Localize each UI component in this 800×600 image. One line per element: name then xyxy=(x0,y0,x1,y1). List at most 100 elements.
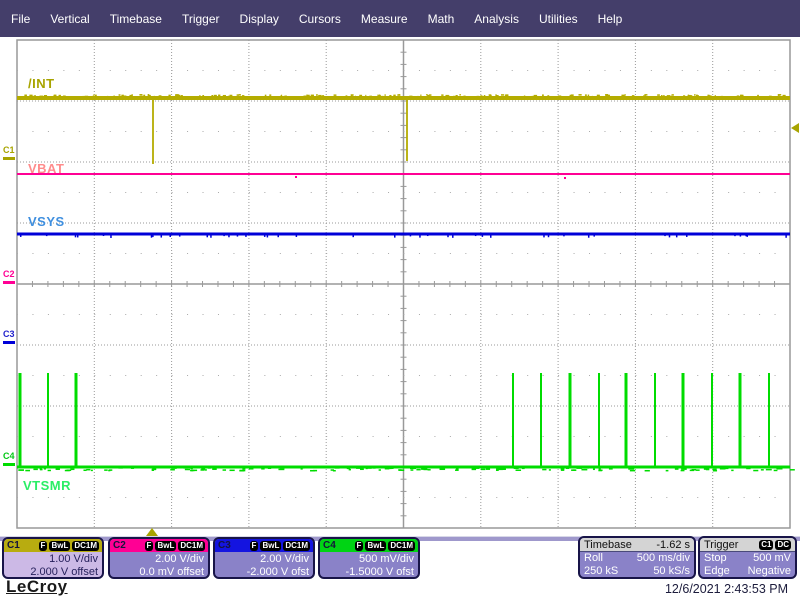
trace-c4-noise xyxy=(372,467,376,469)
trace-c4-noise xyxy=(191,469,198,472)
trace-c4-noise xyxy=(572,469,576,471)
trace-c1-noise xyxy=(168,94,171,97)
trace-c4-noise xyxy=(521,467,525,470)
trace-c1-noise xyxy=(29,94,33,97)
trace-label-vtsmr: VTSMR xyxy=(23,478,71,493)
trace-c4-noise xyxy=(665,469,669,472)
trigger-state: Stop xyxy=(704,552,727,564)
channel-marker-c4[interactable]: C4 xyxy=(3,452,17,466)
trace-c4-noise xyxy=(497,467,504,469)
channel-descriptor-c4[interactable]: C4 F BwL DC1M 500 mV/div -1.5000 V ofst xyxy=(318,537,420,579)
timebase-sample-rate: 50 kS/s xyxy=(653,565,690,577)
channel-marker-c2[interactable]: C2 xyxy=(3,270,17,284)
trace-c3-noise xyxy=(686,235,688,237)
trace-c4-noise xyxy=(384,467,390,470)
channel-marker-c3-label: C3 xyxy=(3,329,15,339)
trace-c3-noise xyxy=(394,235,396,238)
trigger-level-marker-icon[interactable] xyxy=(791,123,799,133)
trigger-time-marker-icon[interactable] xyxy=(146,528,158,536)
trace-c3-noise xyxy=(152,235,154,238)
trace-c3-noise xyxy=(785,235,787,238)
trace-c4-noise xyxy=(214,466,220,468)
trace-c4-noise xyxy=(455,469,459,471)
trace-c3-noise xyxy=(76,235,79,238)
trigger-descriptor[interactable]: Trigger C1 DC Stop 500 mV Edge Negative xyxy=(698,536,797,579)
trace-c1-noise xyxy=(740,94,743,97)
trace-c3-noise xyxy=(452,235,454,238)
bandwidth-limit-badge: BwL xyxy=(365,540,387,551)
channel-descriptor-c1[interactable]: C1 F BwL DC1M 1.00 V/div 2.000 V offset xyxy=(2,537,104,579)
trace-c1-noise xyxy=(417,95,419,98)
timebase-per-div: 500 ms/div xyxy=(636,552,690,564)
trace-c4-noise xyxy=(583,467,590,469)
trace-c1-noise xyxy=(93,94,95,96)
trace-c4-noise xyxy=(427,469,431,471)
trace-c1-noise xyxy=(389,94,392,97)
trace-c3-noise xyxy=(419,235,421,238)
trace-c1-noise xyxy=(564,95,568,98)
trace-c3-noise xyxy=(668,235,671,238)
trace-c3-noise xyxy=(74,235,77,238)
trace-c1-noise xyxy=(393,94,396,97)
trace-c3-noise xyxy=(206,235,209,238)
trace-c4-noise xyxy=(248,468,254,470)
lecroy-logo: LeCroy xyxy=(6,577,68,596)
trace-c1-noise xyxy=(558,95,562,97)
trace-c3-noise xyxy=(474,235,477,237)
timebase-descriptor[interactable]: Timebase -1.62 s Roll 500 ms/div 250 kS … xyxy=(578,536,696,579)
trace-c4-noise xyxy=(332,469,336,472)
trace-c3-noise xyxy=(745,235,747,237)
trace-c1-noise xyxy=(690,95,693,97)
trace-c1-noise xyxy=(782,94,786,97)
trace-c1-noise xyxy=(211,94,213,97)
trace-c1-noise xyxy=(643,95,646,97)
trace-c1-noise xyxy=(441,94,444,96)
trace-c4-noise xyxy=(398,469,405,471)
trace-c4-noise xyxy=(565,467,570,470)
trace-c1-noise xyxy=(483,95,486,97)
trace-c4-noise xyxy=(494,466,499,469)
trace-c4-noise xyxy=(190,467,193,470)
trace-c4-noise xyxy=(290,466,296,469)
trace-c3-noise xyxy=(664,235,666,237)
trace-c1-noise xyxy=(316,94,318,96)
trace-c3-noise xyxy=(543,235,545,238)
trace-c4-noise xyxy=(765,468,772,471)
trace-c4-noise xyxy=(681,468,687,470)
trace-c4-noise xyxy=(731,469,734,472)
channel-descriptor-c2[interactable]: C2 F BwL DC1M 2.00 V/div 0.0 mV offset xyxy=(108,537,210,579)
trace-c1-noise xyxy=(596,94,600,97)
trace-c3-noise xyxy=(447,235,449,238)
trace-c4-noise xyxy=(542,468,547,471)
trace-c1-noise xyxy=(591,95,593,98)
bandwidth-limit-badge: BwL xyxy=(260,540,282,551)
trigger-header: Trigger C1 DC xyxy=(700,538,795,552)
timebase-title: Timebase xyxy=(584,538,632,551)
impedance-badge: DC1M xyxy=(178,540,205,551)
trace-c4-noise xyxy=(513,467,519,470)
channel-descriptor-c3[interactable]: C3 F BwL DC1M 2.00 V/div -2.000 V ofst xyxy=(213,537,315,579)
channel-marker-c1[interactable]: C1 xyxy=(3,146,17,160)
trace-c4-noise xyxy=(460,466,463,469)
trace-c3-noise xyxy=(210,235,212,238)
trace-c1-noise xyxy=(446,95,450,98)
trace-c1-noise xyxy=(84,95,89,98)
c2-offset: 0.0 mV offset xyxy=(139,566,204,578)
trace-c3-noise xyxy=(236,235,239,237)
trace-c1-noise xyxy=(229,94,233,97)
trace-c4-noise xyxy=(33,468,38,471)
trace-c1-noise xyxy=(384,94,386,96)
trace-c1-noise xyxy=(123,95,127,98)
channel-marker-c3[interactable]: C3 xyxy=(3,330,17,344)
trace-c1-noise xyxy=(500,94,505,96)
c1-volts-per-div: 1.00 V/div xyxy=(49,553,98,565)
trace-c4-noise xyxy=(789,469,795,471)
trace-c1-noise xyxy=(381,95,384,98)
trace-c4-noise xyxy=(598,469,603,472)
trace-c4-noise xyxy=(113,466,118,469)
trace-c3-noise xyxy=(563,235,565,237)
trace-c3-noise xyxy=(409,235,412,237)
trace-label-int: /INT xyxy=(28,76,55,91)
trace-c1-noise xyxy=(488,94,492,96)
trace-c1-noise xyxy=(578,94,582,96)
